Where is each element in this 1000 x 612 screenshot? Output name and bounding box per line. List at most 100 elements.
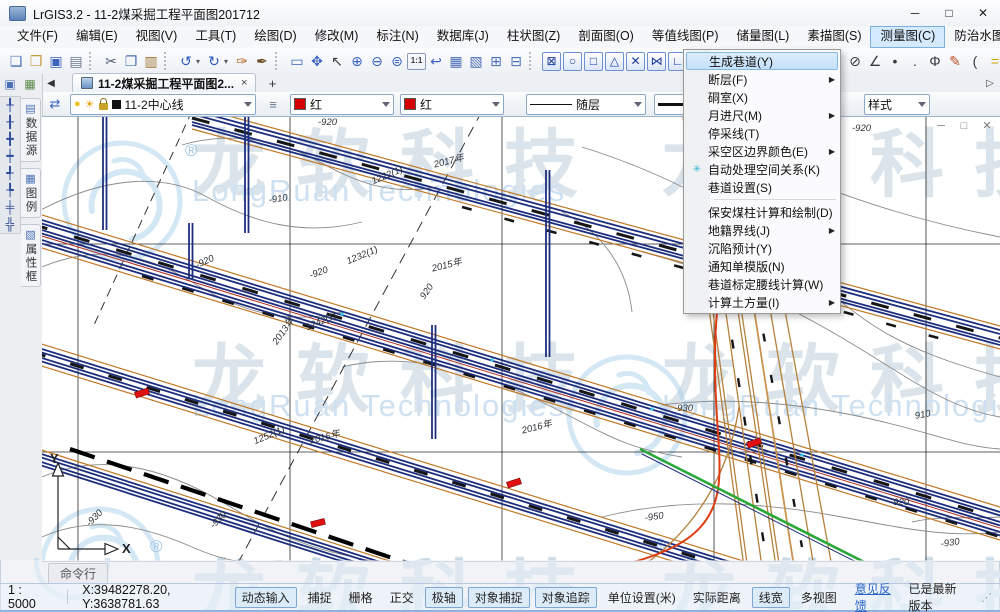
status-toggle-multiview[interactable]: 多视图: [795, 588, 843, 607]
menu-item-notice-template[interactable]: 通知单模版(N): [686, 257, 838, 275]
sketch-pen-icon[interactable]: ✒: [252, 51, 272, 71]
maximize-button[interactable]: □: [932, 1, 966, 25]
menu-item-chamber[interactable]: 硐室(X): [686, 88, 838, 106]
menu-item-fault[interactable]: 断层(F)▶: [686, 70, 838, 88]
snap-extension-icon[interactable]: ╃: [1, 165, 19, 182]
layer-combo[interactable]: ● ☀ 11-2中心线: [70, 94, 256, 115]
menu-item-reserves-map[interactable]: 储量图(L): [728, 26, 799, 48]
menu-item-cadastral-boundary[interactable]: 地籍界线(J)▶: [686, 221, 838, 239]
point-small-icon[interactable]: .: [905, 51, 925, 71]
layer-translate-icon[interactable]: ⇄: [44, 96, 66, 112]
menu-item-view[interactable]: 视图(V): [127, 26, 187, 48]
image-view-icon[interactable]: ▦: [21, 76, 39, 92]
status-toggle-grid[interactable]: 栅格: [343, 588, 379, 607]
menu-item-contour-map[interactable]: 等值线图(P): [643, 26, 728, 48]
tab-back-icon[interactable]: ◀: [42, 75, 60, 92]
menu-item-tools[interactable]: 工具(T): [186, 26, 245, 48]
menu-item-survey-map[interactable]: 测量图(C): [870, 26, 945, 48]
zoom-out-icon[interactable]: ⊖: [367, 51, 387, 71]
double-line-icon[interactable]: =: [985, 51, 1000, 71]
chevron-down-icon[interactable]: [244, 102, 252, 107]
menu-item-roadway-waistline-calc[interactable]: 巷道标定腰线计算(W): [686, 275, 838, 293]
table-split-icon[interactable]: ⊟: [506, 51, 526, 71]
side-tab-legend[interactable]: ▦图例: [21, 168, 41, 218]
snap-nearest-icon[interactable]: ╬: [1, 216, 19, 233]
window-cascade-icon[interactable]: ▣: [1, 76, 19, 92]
open-folder-icon[interactable]: ❒: [26, 51, 46, 71]
redo-dropdown-caret[interactable]: ▾: [224, 57, 232, 66]
no-circle-icon[interactable]: ⊘: [845, 51, 865, 71]
redo-icon[interactable]: ↻: [204, 51, 224, 71]
status-toggle-object-snap[interactable]: 对象捕捉: [468, 587, 530, 608]
chevron-down-icon[interactable]: [634, 102, 642, 107]
print-icon[interactable]: ▤: [66, 51, 86, 71]
shape-box-x-icon[interactable]: ⊠: [542, 52, 561, 71]
menu-item-annotate[interactable]: 标注(N): [367, 26, 427, 48]
arc-tool-icon[interactable]: (: [965, 51, 985, 71]
chevron-down-icon[interactable]: [918, 102, 926, 107]
shape-cross-icon[interactable]: ✕: [626, 52, 645, 71]
chevron-down-icon[interactable]: [382, 102, 390, 107]
status-toggle-snap[interactable]: 捕捉: [302, 588, 338, 607]
menu-item-safety-pillar-calc[interactable]: 保安煤柱计算和绘制(D): [686, 203, 838, 221]
undo-icon[interactable]: ↺: [176, 51, 196, 71]
zoom-window-icon[interactable]: ⊜: [387, 51, 407, 71]
shape-circle-icon[interactable]: ○: [563, 52, 582, 71]
paste-icon[interactable]: ▥: [141, 51, 161, 71]
angle-measure-icon[interactable]: ∠: [865, 51, 885, 71]
pencil-edit-icon[interactable]: ✎: [945, 51, 965, 71]
shape-square-icon[interactable]: □: [584, 52, 603, 71]
color-combo[interactable]: 红: [290, 94, 394, 115]
menu-item-earthwork-calc[interactable]: 计算土方量(I)▶: [686, 293, 838, 311]
menu-item-generate-roadway[interactable]: 生成巷道(Y): [686, 52, 838, 70]
menu-item-goaf-boundary-color[interactable]: 采空区边界颜色(E)▶: [686, 142, 838, 160]
menu-item-water-control[interactable]: 防治水图(W): [945, 26, 1000, 48]
view-back-icon[interactable]: ↩: [426, 51, 446, 71]
minimize-button[interactable]: ─: [898, 1, 932, 25]
menu-item-auto-spatial-relation[interactable]: ✳自动处理空间关系(K): [686, 160, 838, 178]
document-tab[interactable]: 11-2煤采掘工程平面图2... ×: [72, 73, 256, 92]
snap-midpoint-icon[interactable]: ╂: [1, 114, 19, 131]
snap-intersection-icon[interactable]: ┿: [1, 148, 19, 165]
shape-triangle-icon[interactable]: △: [605, 52, 624, 71]
close-button[interactable]: ✕: [966, 1, 1000, 25]
menu-item-section[interactable]: 剖面图(O): [569, 26, 643, 48]
status-toggle-polar[interactable]: 极轴: [425, 587, 463, 608]
zoom-in-icon[interactable]: ⊕: [347, 51, 367, 71]
status-toggle-ortho[interactable]: 正交: [384, 588, 420, 607]
mdi-minimize-icon[interactable]: ─: [934, 119, 948, 133]
undo-dropdown-caret[interactable]: ▾: [196, 57, 204, 66]
snap-node-icon[interactable]: ╋: [1, 131, 19, 148]
status-toggle-lineweight[interactable]: 线宽: [752, 587, 790, 608]
status-toggle-object-track[interactable]: 对象追踪: [535, 587, 597, 608]
menu-item-file[interactable]: 文件(F): [8, 26, 67, 48]
layers-manager-icon[interactable]: ≡: [262, 97, 284, 112]
menu-item-column-chart[interactable]: 柱状图(Z): [498, 26, 569, 48]
format-painter-icon[interactable]: ✑: [232, 51, 252, 71]
mdi-close-icon[interactable]: ✕: [980, 119, 994, 133]
point-large-icon[interactable]: •: [885, 51, 905, 71]
line-color-combo[interactable]: 红: [400, 94, 504, 115]
style-combo[interactable]: 样式: [864, 94, 930, 115]
chevron-down-icon[interactable]: [492, 102, 500, 107]
map-canvas[interactable]: 龙软科技 LongRuan Technologies 龙软科技 龙软科技 Lon…: [42, 116, 1000, 562]
linetype-combo[interactable]: 随层: [526, 94, 646, 115]
pointer-icon[interactable]: ↖: [327, 51, 347, 71]
menu-item-draw[interactable]: 绘图(D): [245, 26, 305, 48]
status-toggle-dynamic-input[interactable]: 动态输入: [235, 587, 297, 608]
side-tab-properties[interactable]: ▧属性框: [21, 224, 41, 288]
menu-item-monthly-advance[interactable]: 月进尺(M)▶: [686, 106, 838, 124]
snap-endpoint-icon[interactable]: ╀: [1, 97, 19, 114]
shape-bowtie-icon[interactable]: ⋈: [647, 52, 666, 71]
layer-region-icon[interactable]: ▦: [446, 51, 466, 71]
menu-item-roadway-settings[interactable]: 巷道设置(S): [686, 178, 838, 196]
tab-scroll-right-icon[interactable]: ▷: [980, 75, 1000, 92]
diameter-icon[interactable]: Φ: [925, 51, 945, 71]
resize-grip[interactable]: ⋰: [981, 591, 992, 604]
menu-item-edit[interactable]: 编辑(E): [67, 26, 127, 48]
cut-icon[interactable]: ✂: [101, 51, 121, 71]
mdi-restore-icon[interactable]: □: [957, 119, 971, 133]
menu-item-modify[interactable]: 修改(M): [306, 26, 368, 48]
menu-item-sketch-map[interactable]: 素描图(S): [798, 26, 870, 48]
command-line-tab[interactable]: 命令行: [48, 563, 108, 584]
